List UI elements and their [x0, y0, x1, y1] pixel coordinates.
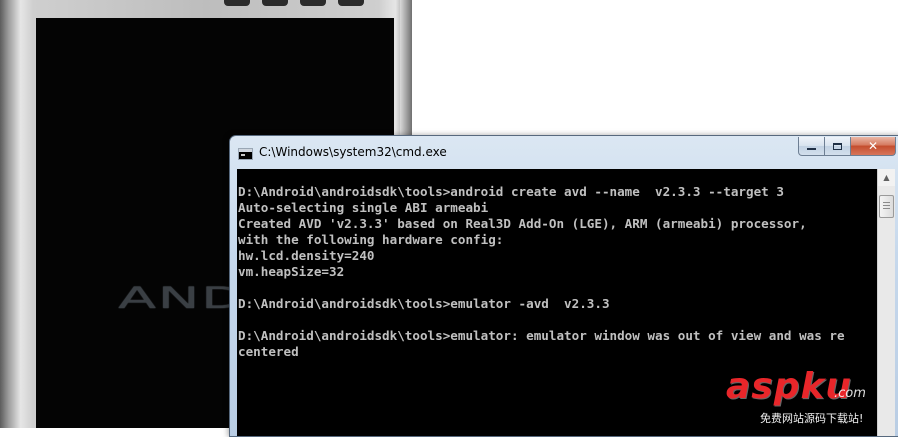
vertical-scrollbar[interactable]: ▲ [877, 169, 895, 436]
emulator-hardware-keys [210, 0, 364, 7]
emulator-key[interactable] [262, 0, 288, 6]
console-line: D:\Android\androidsdk\tools>android crea… [238, 184, 784, 199]
cmd-app-icon[interactable] [238, 148, 253, 160]
minimize-icon [807, 148, 816, 150]
console-line: with the following hardware config: [238, 232, 504, 247]
maximize-icon [833, 142, 842, 150]
console-output[interactable]: D:\Android\androidsdk\tools>android crea… [237, 169, 877, 436]
console-line: vm.heapSize=32 [238, 264, 345, 279]
minimize-button[interactable] [798, 137, 825, 156]
scroll-thumb[interactable] [879, 195, 894, 218]
console-line: D:\Android\androidsdk\tools>emulator -av… [238, 296, 610, 311]
emulator-key[interactable] [224, 0, 250, 6]
console-text: D:\Android\androidsdk\tools>android crea… [238, 184, 845, 360]
console-line: hw.lcd.density=240 [238, 248, 375, 263]
emulator-key[interactable] [338, 0, 364, 6]
console-line: Auto-selecting single ABI armeabi [238, 200, 489, 215]
console-line: D:\Android\androidsdk\tools>emulator: em… [238, 328, 845, 343]
caption-buttons: ✕ [798, 137, 896, 156]
cmd-window: C:\Windows\system32\cmd.exe ✕ D:\Android… [229, 135, 898, 437]
console-line: centered [238, 344, 299, 359]
close-icon: ✕ [867, 139, 879, 153]
maximize-button[interactable] [825, 137, 851, 156]
window-title: C:\Windows\system32\cmd.exe [259, 145, 447, 159]
close-button[interactable]: ✕ [851, 137, 896, 156]
cmd-title-bar[interactable]: C:\Windows\system32\cmd.exe ✕ [230, 136, 898, 170]
scroll-up-icon[interactable]: ▲ [878, 169, 895, 186]
emulator-key[interactable] [300, 0, 326, 6]
console-line: Created AVD 'v2.3.3' based on Real3D Add… [238, 216, 807, 231]
